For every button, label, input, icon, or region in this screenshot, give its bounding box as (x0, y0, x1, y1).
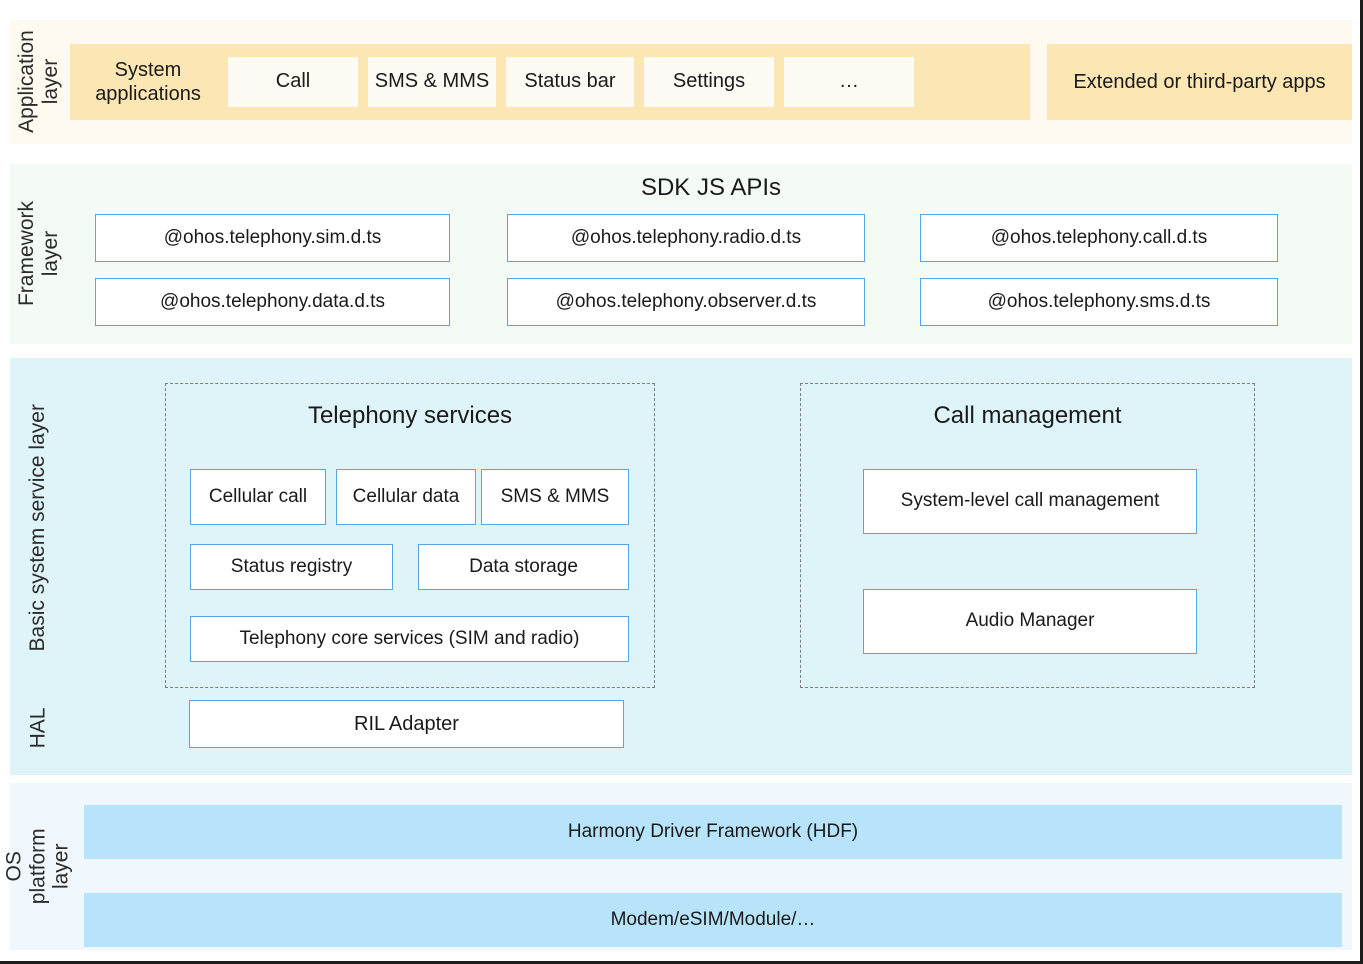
service-layer-label: Basic system service layer (10, 358, 66, 698)
app-box-status-bar[interactable]: Status bar (506, 57, 634, 107)
api-box-sim[interactable]: @ohos.telephony.sim.d.ts (95, 214, 450, 262)
telephony-services-group: Telephony services Cellular call Cellula… (165, 383, 655, 688)
os-box-modem-esim-module[interactable]: Modem/eSIM/Module/… (84, 893, 1342, 947)
service-box-cellular-call[interactable]: Cellular call (190, 469, 326, 525)
framework-layer-band: Framework layer SDK JS APIs @ohos.teleph… (10, 164, 1352, 344)
application-layer-label-text: Application layer (14, 31, 61, 134)
os-platform-layer-label-text: OS platform layer (3, 829, 74, 905)
hal-layer-label-text: HAL (26, 708, 50, 749)
app-box-sms-mms[interactable]: SMS & MMS (368, 57, 496, 107)
application-layer-label: Application layer (10, 20, 66, 144)
framework-layer-label: Framework layer (10, 164, 66, 344)
app-box-settings[interactable]: Settings (644, 57, 774, 107)
application-layer-band: Application layer System applications Ca… (10, 20, 1352, 144)
extended-apps-group: Extended or third-party apps (1047, 44, 1352, 120)
api-box-observer[interactable]: @ohos.telephony.observer.d.ts (507, 278, 865, 326)
service-box-cellular-data[interactable]: Cellular data (336, 469, 476, 525)
os-box-harmony-driver-framework[interactable]: Harmony Driver Framework (HDF) (84, 805, 1342, 859)
service-box-system-level-call-management[interactable]: System-level call management (863, 469, 1197, 534)
system-applications-title: System applications (78, 58, 218, 106)
app-box-call[interactable]: Call (228, 57, 358, 107)
os-platform-layer-band: OS platform layer Harmony Driver Framewo… (10, 783, 1352, 950)
hal-layer-label: HAL (10, 688, 66, 768)
service-box-telephony-core-services[interactable]: Telephony core services (SIM and radio) (190, 616, 629, 662)
api-box-call[interactable]: @ohos.telephony.call.d.ts (920, 214, 1278, 262)
system-applications-group: System applications Call SMS & MMS Statu… (70, 44, 1030, 120)
application-groups: System applications Call SMS & MMS Statu… (70, 44, 1342, 120)
service-layer-band: Basic system service layer HAL Telephony… (10, 358, 1352, 775)
call-management-group: Call management System-level call manage… (800, 383, 1255, 688)
api-box-data[interactable]: @ohos.telephony.data.d.ts (95, 278, 450, 326)
service-box-data-storage[interactable]: Data storage (418, 544, 629, 590)
telephony-services-title: Telephony services (166, 402, 654, 430)
api-box-radio[interactable]: @ohos.telephony.radio.d.ts (507, 214, 865, 262)
call-management-title: Call management (801, 402, 1254, 430)
hal-box-ril-adapter[interactable]: RIL Adapter (189, 700, 624, 748)
architecture-diagram: Application layer System applications Ca… (0, 0, 1363, 964)
extended-apps-title: Extended or third-party apps (1060, 70, 1340, 94)
service-box-sms-mms[interactable]: SMS & MMS (481, 469, 629, 525)
service-box-audio-manager[interactable]: Audio Manager (863, 589, 1197, 654)
service-box-status-registry[interactable]: Status registry (190, 544, 393, 590)
service-layer-label-text: Basic system service layer (26, 404, 50, 651)
app-box-more[interactable]: … (784, 57, 914, 107)
os-platform-layer-label: OS platform layer (10, 783, 66, 950)
api-box-sms[interactable]: @ohos.telephony.sms.d.ts (920, 278, 1278, 326)
framework-layer-label-text: Framework layer (14, 201, 61, 306)
sdk-js-apis-title: SDK JS APIs (70, 174, 1352, 202)
